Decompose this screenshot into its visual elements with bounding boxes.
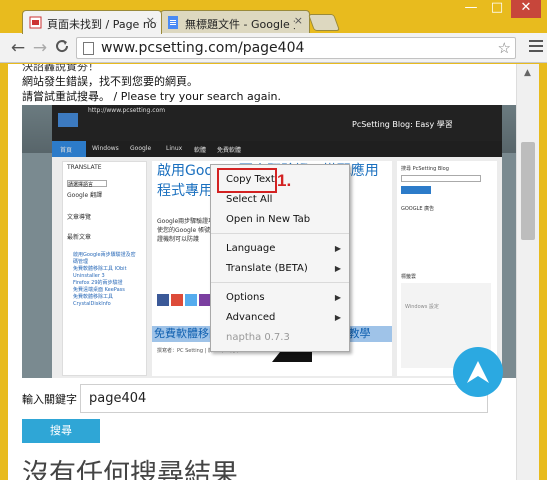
- menu-item-language[interactable]: Language ▶: [211, 240, 349, 258]
- nav-item: 免費軟體: [217, 147, 242, 154]
- nav-item: Windows: [92, 145, 119, 152]
- keyword-label: 輸入關鍵字: [22, 393, 77, 406]
- menu-separator: [211, 233, 349, 234]
- close-tab-icon[interactable]: ×: [146, 14, 155, 27]
- menu-item-options[interactable]: Options ▶: [211, 289, 349, 307]
- menu-item-label: Open in New Tab: [226, 214, 311, 225]
- menu-item-label: Translate (BETA): [226, 263, 308, 274]
- browser-toolbar: ← → www.pcsetting.com/page404 ☆: [0, 33, 547, 63]
- new-tab-button[interactable]: [307, 14, 341, 31]
- menu-item-select-all[interactable]: Select All: [211, 191, 349, 209]
- reload-icon: [56, 40, 69, 53]
- maximize-button[interactable]: □: [485, 0, 509, 18]
- arrow-up-icon: [467, 361, 489, 383]
- minimize-button[interactable]: —: [459, 0, 483, 18]
- blog-logo-icon: [58, 113, 78, 127]
- blog-nav: 首頁 Windows Google Linux 軟體 免費軟體: [52, 141, 502, 157]
- blog-url: http://www.pcsetting.com: [88, 107, 166, 114]
- language-select: 請選擇語言: [67, 180, 107, 188]
- blog-sidebar-right: 搜尋 PcSetting Blog GOOGLE 廣告 標籤雲 Windows …: [397, 161, 497, 376]
- tab-title: 頁面未找到 / Page not fo: [47, 18, 157, 31]
- reload-button[interactable]: [52, 38, 72, 58]
- menu-item-version: naptha 0.7.3: [211, 329, 349, 347]
- docs-favicon-icon: [167, 16, 180, 29]
- nav-item: Linux: [166, 145, 183, 152]
- google-ads-label: GOOGLE 廣告: [401, 206, 435, 212]
- powered-by: Google 翻譯: [67, 192, 103, 199]
- nav-item: 軟體: [194, 147, 207, 154]
- menu-item-label: Select All: [226, 194, 273, 205]
- toc-link: 啟用Google兩步驟驗證及密碼管理: [73, 252, 136, 265]
- close-window-button[interactable]: ✕: [511, 0, 541, 18]
- browser-window: 頁面未找到 / Page not fo × 無標題文件 - Google 文件 …: [0, 0, 547, 480]
- menu-item-open-new-tab[interactable]: Open in New Tab: [211, 211, 349, 229]
- back-button[interactable]: ←: [8, 38, 28, 58]
- toc-link: 免費軟體移除工具 IObit Uninstaller 3: [73, 266, 127, 279]
- submenu-arrow-icon: ▶: [334, 313, 341, 322]
- page-icon: [83, 42, 94, 55]
- back-to-top-button[interactable]: [453, 347, 503, 397]
- blog-title: PcSetting Blog: Easy 學習: [352, 120, 453, 129]
- menu-item-label: Advanced: [226, 312, 276, 323]
- search-blog-label: 搜尋 PcSetting Blog: [401, 166, 449, 172]
- bookmark-star-icon[interactable]: ☆: [498, 39, 511, 57]
- menu-item-label: Language: [226, 243, 276, 254]
- menu-item-translate[interactable]: Translate (BETA) ▶: [211, 260, 349, 278]
- highlight-box: [217, 168, 277, 193]
- step-marker: 1.: [277, 171, 292, 190]
- nav-item: Google: [130, 145, 152, 152]
- menu-item-advanced[interactable]: Advanced ▶: [211, 309, 349, 327]
- error-message: 網站發生錯誤，找不到您要的網頁。: [22, 75, 198, 88]
- blog-header: http://www.pcsetting.com PcSetting Blog:…: [52, 105, 502, 141]
- close-tab-icon[interactable]: ×: [294, 14, 303, 27]
- page-favicon-icon: [29, 16, 42, 29]
- tab-google-docs[interactable]: 無標題文件 - Google 文件 ×: [160, 10, 310, 34]
- vertical-scrollbar[interactable]: ▲: [516, 64, 539, 480]
- nav-item: 首頁: [60, 147, 73, 154]
- blog-search-input: [401, 175, 481, 182]
- forward-button[interactable]: →: [30, 38, 50, 58]
- url-text: www.pcsetting.com/page404: [101, 40, 305, 56]
- submenu-arrow-icon: ▶: [334, 293, 341, 302]
- submenu-arrow-icon: ▶: [334, 264, 341, 273]
- context-menu: Copy Text Select All Open in New Tab Lan…: [210, 164, 350, 352]
- tags-label: 標籤雲: [401, 274, 417, 280]
- toc-link: 免費軟體移除工具 CrystalDiskInfo: [73, 294, 114, 307]
- toc-sub: 最新文章: [67, 234, 92, 241]
- chrome-menu-icon[interactable]: [529, 40, 543, 55]
- retry-message: 請嘗試重試搜尋。 / Please try your search again.: [22, 90, 281, 103]
- share-icons: [157, 291, 217, 306]
- tab-strip: 頁面未找到 / Page not fo × 無標題文件 - Google 文件 …: [0, 0, 547, 34]
- menu-item-label: naptha 0.7.3: [226, 332, 290, 343]
- window-frame-right: [539, 64, 547, 480]
- translate-title: TRANSLATE: [67, 164, 102, 171]
- scroll-up-icon[interactable]: ▲: [524, 68, 531, 78]
- menu-item-label: Options: [226, 292, 265, 303]
- toc-link: 免費遠端桌面 KeePass: [73, 287, 125, 293]
- menu-separator: [211, 282, 349, 283]
- blog-sidebar-left: TRANSLATE 請選擇語言 Google 翻譯 文章導覽 最新文章 啟用Go…: [62, 161, 147, 376]
- keyword-input[interactable]: page404: [80, 384, 488, 413]
- address-bar[interactable]: www.pcsetting.com/page404 ☆: [76, 37, 516, 59]
- scrollbar-thumb[interactable]: [521, 142, 535, 240]
- toc-link: Firefox 29的兩步驗證: [73, 280, 123, 286]
- submenu-arrow-icon: ▶: [334, 244, 341, 253]
- toc-title: 文章導覽: [67, 214, 92, 221]
- no-results-heading: 沒有任何搜尋結果: [22, 459, 238, 480]
- search-button[interactable]: 搜尋: [22, 419, 100, 443]
- toc-links: 啟用Google兩步驟驗證及密碼管理 免費軟體移除工具 IObit Uninst…: [73, 252, 137, 308]
- blog-search-button: [401, 186, 431, 194]
- tab-page-not-found[interactable]: 頁面未找到 / Page not fo ×: [22, 10, 162, 34]
- windows-label: Windows 設定: [405, 304, 439, 310]
- tab-title: 無標題文件 - Google 文件: [185, 18, 295, 31]
